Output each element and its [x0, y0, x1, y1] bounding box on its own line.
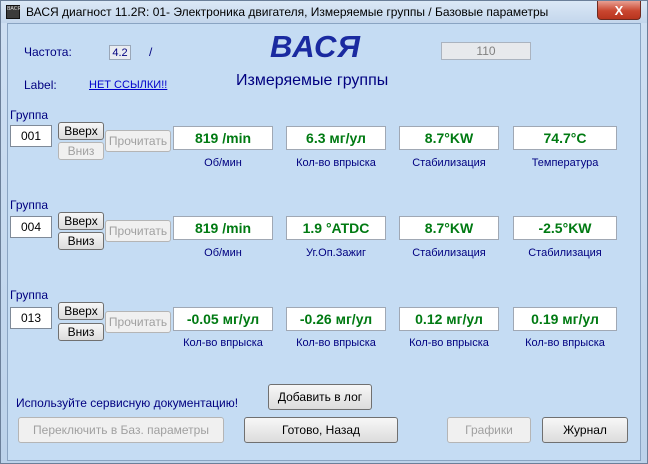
group-read-button[interactable]: Прочитать: [105, 220, 171, 242]
group-down-button[interactable]: Вниз: [58, 142, 104, 160]
group-read-button[interactable]: Прочитать: [105, 311, 171, 333]
group-label: Группа: [10, 198, 49, 212]
app-icon: ВАСЯ: [6, 5, 21, 19]
group-number-input[interactable]: 013: [10, 307, 52, 329]
freq-slash: /: [149, 45, 153, 59]
freq-value: 4.2: [109, 45, 131, 60]
graphs-button[interactable]: Графики: [447, 417, 531, 443]
value-caption: Кол-во впрыска: [296, 337, 376, 349]
value-field: -0.05 мг/ул: [173, 307, 273, 331]
value-field: 6.3 мг/ул: [286, 126, 386, 150]
value-caption: Уг.Оп.Зажиг: [305, 247, 367, 259]
switch-basic-params-button[interactable]: Переключить в Баз. параметры: [18, 417, 224, 443]
value-field: -0.26 мг/ул: [286, 307, 386, 331]
group-up-button[interactable]: Вверх: [58, 212, 104, 230]
value-caption: Стабилизация: [528, 247, 602, 259]
group-number-input[interactable]: 004: [10, 216, 52, 238]
freq-label: Частота:: [24, 45, 72, 59]
group-down-button[interactable]: Вниз: [58, 323, 104, 341]
value-caption: Кол-во впрыска: [296, 157, 376, 169]
brand-logo: ВАСЯ: [270, 29, 362, 64]
window-title: ВАСЯ диагност 11.2R: 01- Электроника дви…: [26, 5, 549, 19]
client-area: Частота: 4.2 / ВАСЯ 110 Label: НЕТ ССЫЛК…: [7, 23, 641, 461]
value-caption: Об/мин: [204, 157, 242, 169]
value-field: 819 /min: [173, 126, 273, 150]
group-down-button[interactable]: Вниз: [58, 232, 104, 250]
add-to-log-button[interactable]: Добавить в лог: [268, 384, 372, 410]
group-read-button[interactable]: Прочитать: [105, 130, 171, 152]
value-caption: Кол-во впрыска: [183, 337, 263, 349]
value-caption: Стабилизация: [412, 157, 486, 169]
value-caption: Кол-во впрыска: [409, 337, 489, 349]
code-field: 110: [441, 42, 531, 60]
page-subtitle: Измеряемые группы: [236, 72, 389, 89]
value-caption: Температура: [531, 157, 599, 169]
value-caption: Стабилизация: [412, 247, 486, 259]
value-field: 0.12 мг/ул: [399, 307, 499, 331]
journal-button[interactable]: Журнал: [542, 417, 628, 443]
value-caption: Об/мин: [204, 247, 242, 259]
value-field: 0.19 мг/ул: [513, 307, 617, 331]
value-field: -2.5°KW: [513, 216, 617, 240]
value-field: 74.7°C: [513, 126, 617, 150]
value-field: 8.7°KW: [399, 216, 499, 240]
label-caption: Label:: [24, 78, 57, 92]
group-number-input[interactable]: 001: [10, 125, 52, 147]
title-bar[interactable]: ВАСЯ ВАСЯ диагност 11.2R: 01- Электроник…: [1, 1, 647, 23]
group-up-button[interactable]: Вверх: [58, 122, 104, 140]
value-field: 819 /min: [173, 216, 273, 240]
value-field: 1.9 °ATDC: [286, 216, 386, 240]
value-field: 8.7°KW: [399, 126, 499, 150]
group-label: Группа: [10, 288, 49, 302]
close-button[interactable]: X: [597, 1, 641, 20]
group-up-button[interactable]: Вверх: [58, 302, 104, 320]
close-icon: X: [614, 2, 624, 18]
service-doc-note: Используйте сервисную документацию!: [16, 396, 239, 410]
label-link[interactable]: НЕТ ССЫЛКИ!!: [89, 79, 167, 91]
app-window: ВАСЯ ВАСЯ диагност 11.2R: 01- Электроник…: [0, 0, 648, 464]
done-back-button[interactable]: Готово, Назад: [244, 417, 398, 443]
group-label: Группа: [10, 108, 49, 122]
value-caption: Кол-во впрыска: [525, 337, 605, 349]
